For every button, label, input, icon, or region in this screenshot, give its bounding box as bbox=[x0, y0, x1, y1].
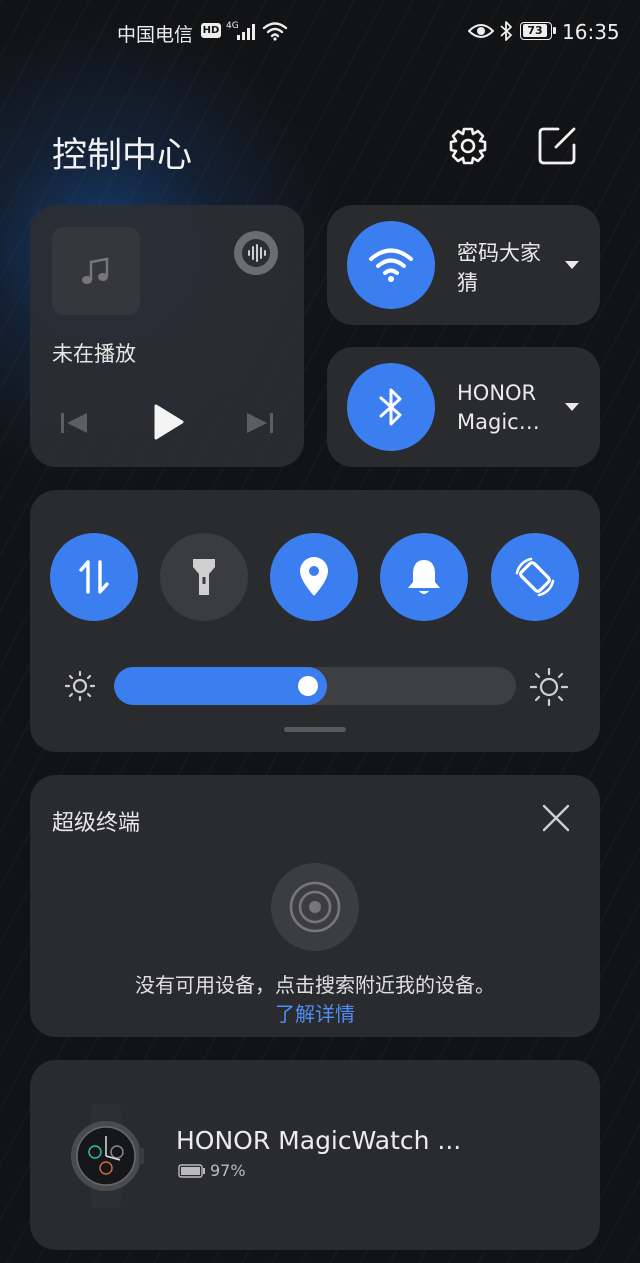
close-icon[interactable] bbox=[542, 804, 570, 832]
hd-badge-text: HD bbox=[202, 25, 220, 36]
edit-icon[interactable] bbox=[536, 125, 578, 167]
media-card[interactable]: 未在播放 bbox=[30, 205, 304, 467]
hd-badge: HD bbox=[201, 23, 221, 38]
quick-toggles-card bbox=[30, 490, 600, 752]
album-art bbox=[52, 227, 140, 315]
battery-icon: 73 bbox=[520, 22, 556, 40]
eye-comfort-icon bbox=[468, 23, 494, 39]
bluetooth-device-line1: HONOR bbox=[457, 381, 537, 405]
chevron-down-icon[interactable] bbox=[564, 259, 580, 271]
flashlight-toggle[interactable] bbox=[160, 533, 248, 621]
carrier-name: 中国电信 bbox=[117, 24, 194, 46]
wifi-name-line2: 猜 bbox=[457, 271, 478, 295]
bell-icon bbox=[408, 560, 440, 594]
bluetooth-icon bbox=[379, 388, 402, 426]
audio-wave-icon[interactable] bbox=[234, 231, 278, 275]
wifi-icon bbox=[369, 248, 413, 282]
data-transfer-icon bbox=[79, 560, 109, 594]
battery-level-text: 73 bbox=[523, 24, 547, 37]
smartwatch-image bbox=[68, 1104, 144, 1208]
device-battery-percent: 97% bbox=[210, 1161, 246, 1180]
auto-rotate-toggle[interactable] bbox=[491, 533, 579, 621]
device-battery-icon bbox=[178, 1164, 206, 1178]
bluetooth-tile[interactable]: HONOR Magic… bbox=[327, 347, 600, 467]
flashlight-icon bbox=[193, 559, 215, 595]
previous-track-icon[interactable] bbox=[58, 408, 90, 438]
wifi-tile[interactable]: 密码大家 猜 bbox=[327, 205, 600, 325]
wifi-status-icon bbox=[262, 21, 288, 41]
brightness-high-icon bbox=[530, 668, 568, 706]
bluetooth-toggle[interactable] bbox=[347, 363, 435, 451]
device-card[interactable]: HONOR MagicWatch ... 97% bbox=[30, 1060, 600, 1250]
learn-more-link[interactable]: 了解详情 bbox=[30, 998, 600, 1027]
no-device-message: 没有可用设备，点击搜索附近我的设备。 bbox=[135, 973, 495, 997]
rotate-icon bbox=[515, 557, 555, 597]
super-device-title: 超级终端 bbox=[52, 811, 141, 836]
wifi-toggle[interactable] bbox=[347, 221, 435, 309]
status-time: 16:35 bbox=[562, 20, 620, 44]
media-status: 未在播放 bbox=[52, 342, 136, 366]
signal-icon bbox=[236, 23, 258, 41]
location-toggle[interactable] bbox=[270, 533, 358, 621]
brightness-low-icon bbox=[64, 670, 96, 702]
next-track-icon[interactable] bbox=[244, 408, 276, 438]
device-name: HONOR MagicWatch ... bbox=[176, 1126, 462, 1155]
brightness-thumb[interactable] bbox=[298, 676, 318, 696]
bluetooth-status-icon bbox=[499, 20, 513, 42]
sound-toggle[interactable] bbox=[380, 533, 468, 621]
music-note-icon bbox=[82, 257, 109, 284]
page-title: 控制中心 bbox=[52, 136, 193, 176]
bluetooth-device-line2: Magic… bbox=[457, 410, 540, 434]
expand-handle[interactable] bbox=[284, 727, 346, 732]
gear-icon[interactable] bbox=[447, 125, 489, 167]
location-pin-icon bbox=[300, 557, 328, 596]
brightness-fill bbox=[114, 667, 327, 705]
device-search-icon[interactable] bbox=[271, 863, 359, 951]
mobile-data-toggle[interactable] bbox=[50, 533, 138, 621]
play-icon[interactable] bbox=[151, 403, 185, 441]
wifi-name-line1: 密码大家 bbox=[457, 241, 541, 265]
chevron-down-icon[interactable] bbox=[564, 401, 580, 413]
brightness-slider[interactable] bbox=[114, 667, 516, 705]
super-device-card: 超级终端 没有可用设备，点击搜索附近我的设备。 了解详情 bbox=[30, 775, 600, 1037]
